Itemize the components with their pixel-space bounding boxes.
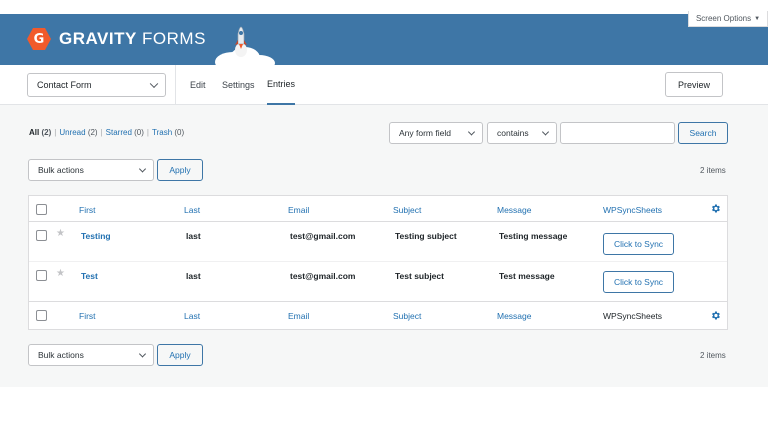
filter-all-count: (2) xyxy=(41,128,52,137)
tab-settings-label: Settings xyxy=(222,80,255,90)
tab-edit-label: Edit xyxy=(190,80,206,90)
chevron-down-icon xyxy=(138,165,147,173)
entry-subject: Test subject xyxy=(395,271,444,281)
entry-last: last xyxy=(186,271,201,281)
bulk-actions-value: Bulk actions xyxy=(38,165,84,175)
column-wpsyncsheets[interactable]: WPSyncSheets xyxy=(603,205,662,215)
entry-email: test@gmail.com xyxy=(290,271,356,281)
filter-separator: | xyxy=(146,128,149,137)
entry-first[interactable]: Testing xyxy=(81,231,111,241)
filter-unread-label: Unread xyxy=(59,128,86,137)
app-window: G GRAVITY FORMS Contact Form Edit Settin… xyxy=(0,14,768,387)
table-footer-row: First Last Email Subject Message WPSyncS… xyxy=(29,301,727,329)
tab-entries-label: Entries xyxy=(267,79,296,89)
entry-first[interactable]: Test xyxy=(81,271,98,281)
filter-trash[interactable]: Trash (0) xyxy=(152,128,184,137)
search-button[interactable]: Search xyxy=(678,122,728,144)
items-count-bottom: 2 items xyxy=(700,351,726,360)
tab-edit[interactable]: Edit xyxy=(190,65,206,105)
brand-name: GRAVITY FORMS xyxy=(59,29,206,49)
chevron-down-icon xyxy=(467,128,476,136)
gear-icon[interactable] xyxy=(710,203,721,214)
apply-button-top[interactable]: Apply xyxy=(157,159,203,181)
filter-trash-count: (0) xyxy=(174,128,185,137)
filter-all-label: All xyxy=(29,128,40,137)
column-wpsyncsheets: WPSyncSheets xyxy=(603,311,663,321)
logo-letter: G xyxy=(33,31,45,47)
filter-unread[interactable]: Unread (2) xyxy=(59,128,97,137)
column-message[interactable]: Message xyxy=(497,311,532,321)
bulk-actions-value: Bulk actions xyxy=(38,350,84,360)
filter-starred-label: Starred xyxy=(105,128,132,137)
tab-settings[interactable]: Settings xyxy=(222,65,255,105)
chevron-down-icon xyxy=(541,128,550,136)
click-to-sync-button[interactable]: Click to Sync xyxy=(603,271,674,293)
screen-options-button[interactable]: Screen Options ▼ xyxy=(688,11,768,27)
click-to-sync-button[interactable]: Click to Sync xyxy=(603,233,674,255)
filter-separator: | xyxy=(54,128,57,137)
row-checkbox[interactable] xyxy=(36,270,47,281)
entry-message: Testing message xyxy=(499,231,568,241)
bulk-actions-select-top[interactable]: Bulk actions xyxy=(28,159,154,181)
filter-all[interactable]: All (2) xyxy=(29,128,51,137)
column-subject[interactable]: Subject xyxy=(393,311,421,321)
header-banner: G GRAVITY FORMS xyxy=(0,14,768,65)
select-all-checkbox[interactable] xyxy=(36,310,47,321)
toolbar: Contact Form Edit Settings Entries Previ… xyxy=(0,65,768,105)
rocket-illustration-icon xyxy=(215,26,275,65)
table-row: ★ Test last test@gmail.com Test subject … xyxy=(29,261,727,301)
entry-message: Test message xyxy=(499,271,555,281)
column-last[interactable]: Last xyxy=(184,311,200,321)
search-operator-value: contains xyxy=(497,128,529,138)
column-first[interactable]: First xyxy=(79,311,96,321)
entry-email: test@gmail.com xyxy=(290,231,356,241)
select-all-checkbox[interactable] xyxy=(36,204,47,215)
search-field-select[interactable]: Any form field xyxy=(389,122,483,144)
form-select[interactable]: Contact Form xyxy=(27,73,166,97)
caret-down-icon: ▼ xyxy=(754,15,761,22)
column-last[interactable]: Last xyxy=(184,205,200,215)
logo-mark-icon: G xyxy=(27,27,51,51)
screen-options-label: Screen Options xyxy=(695,14,752,23)
column-subject[interactable]: Subject xyxy=(393,205,421,215)
entry-last: last xyxy=(186,231,201,241)
entry-filters: All (2) | Unread (2) | Starred (0) | Trash (0) xyxy=(29,128,184,137)
apply-button-bottom[interactable]: Apply xyxy=(157,344,203,366)
entries-table: First Last Email Subject Message WPSyncS… xyxy=(28,195,728,330)
chevron-down-icon xyxy=(138,350,147,358)
items-count-top: 2 items xyxy=(700,166,726,175)
divider xyxy=(175,65,176,105)
row-checkbox[interactable] xyxy=(36,230,47,241)
column-email[interactable]: Email xyxy=(288,205,309,215)
column-email[interactable]: Email xyxy=(288,311,309,321)
filter-starred-count: (0) xyxy=(134,128,144,137)
search-input[interactable] xyxy=(560,122,675,144)
preview-button[interactable]: Preview xyxy=(665,72,723,97)
tab-entries[interactable]: Entries xyxy=(267,65,296,105)
column-first[interactable]: First xyxy=(79,205,96,215)
filter-trash-label: Trash xyxy=(152,128,173,137)
search-operator-select[interactable]: contains xyxy=(487,122,557,144)
entry-subject: Testing subject xyxy=(395,231,457,241)
bulk-actions-select-bottom[interactable]: Bulk actions xyxy=(28,344,154,366)
gravity-forms-logo: G GRAVITY FORMS xyxy=(27,27,206,51)
brand-light: FORMS xyxy=(136,29,206,48)
filter-separator: | xyxy=(100,128,103,137)
chevron-down-icon xyxy=(149,79,159,89)
gear-icon[interactable] xyxy=(710,310,721,321)
filter-starred[interactable]: Starred (0) xyxy=(106,128,144,137)
star-icon[interactable]: ★ xyxy=(56,229,65,239)
table-header-row: First Last Email Subject Message WPSyncS… xyxy=(29,196,727,222)
filter-unread-count: (2) xyxy=(87,128,98,137)
column-message[interactable]: Message xyxy=(497,205,532,215)
star-icon[interactable]: ★ xyxy=(56,269,65,279)
table-row: ★ Testing last test@gmail.com Testing su… xyxy=(29,222,727,261)
brand-bold: GRAVITY xyxy=(59,29,137,48)
search-field-value: Any form field xyxy=(399,128,451,138)
form-select-value: Contact Form xyxy=(37,80,92,90)
